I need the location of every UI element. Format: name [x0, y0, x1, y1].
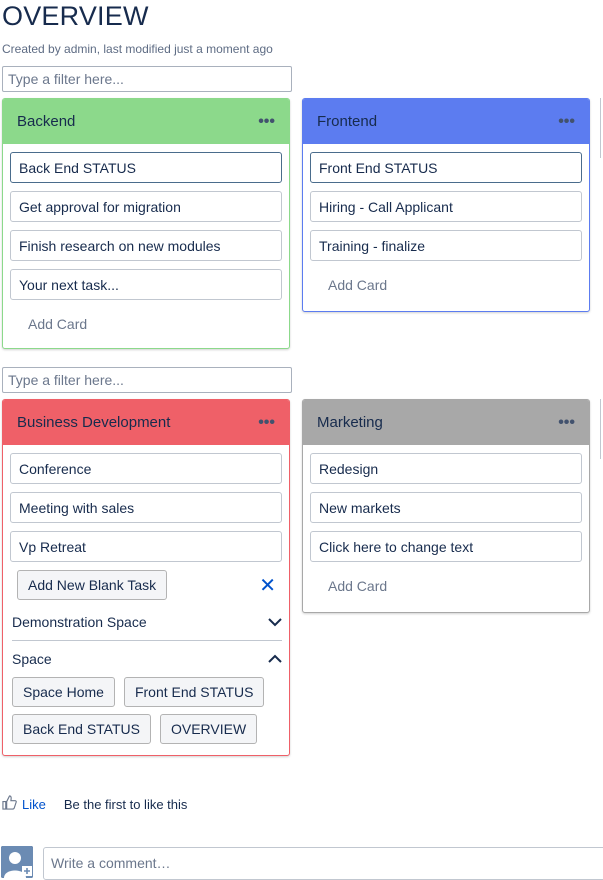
add-task-row: Add New Blank Task ✕ — [17, 570, 282, 600]
section-label: Demonstration Space — [12, 614, 147, 630]
like-status-text: Be the first to like this — [63, 796, 188, 812]
board-column-frontend: Frontend ••• Front End STATUS Hiring - C… — [302, 98, 590, 312]
add-card-button[interactable]: Add Card — [303, 269, 589, 309]
like-link[interactable]: Like — [22, 797, 46, 812]
board-column-backend: Backend ••• Back End STATUS Get approval… — [2, 98, 290, 349]
card[interactable]: Your next task... — [10, 269, 282, 300]
add-card-button[interactable]: Add Card — [3, 308, 289, 348]
thumbs-up-icon[interactable] — [2, 795, 17, 813]
board-column-marketing: Marketing ••• Redesign New markets Click… — [302, 399, 590, 613]
column-title: Frontend — [317, 113, 378, 130]
column-header: Backend ••• — [3, 99, 289, 144]
card[interactable]: Vp Retreat — [10, 531, 282, 562]
space-links: Space Home Front End STATUS Back End STA… — [12, 677, 282, 744]
section-demonstration-space[interactable]: Demonstration Space — [12, 604, 282, 641]
chevron-up-icon[interactable] — [268, 652, 282, 666]
filter-input-bottom[interactable] — [2, 367, 292, 393]
card[interactable]: Meeting with sales — [10, 492, 282, 523]
card[interactable]: Redesign — [310, 453, 582, 484]
card[interactable]: Finish research on new modules — [10, 230, 282, 261]
add-new-blank-task-button[interactable]: Add New Blank Task — [17, 570, 168, 600]
section-label: Space — [12, 651, 52, 667]
page-byline: Created by admin, last modified just a m… — [2, 42, 273, 56]
close-icon[interactable]: ✕ — [259, 573, 276, 598]
card[interactable]: New markets — [310, 492, 582, 523]
card[interactable]: Training - finalize — [310, 230, 582, 261]
comment-input[interactable]: Write a comment… — [43, 847, 603, 880]
more-icon[interactable]: ••• — [258, 113, 275, 130]
like-row: Like Be the first to like this — [2, 795, 187, 813]
column-header: Marketing ••• — [303, 400, 589, 445]
section-space[interactable]: Space — [12, 641, 282, 677]
column-header: Frontend ••• — [303, 99, 589, 144]
card[interactable]: Conference — [10, 453, 282, 484]
chevron-down-icon[interactable] — [268, 615, 282, 629]
column-title: Marketing — [317, 414, 383, 431]
card[interactable]: Get approval for migration — [10, 191, 282, 222]
column-title: Backend — [17, 113, 76, 130]
column-title: Business Development — [17, 414, 171, 431]
page-title: OVERVIEW — [2, 1, 149, 31]
add-card-button[interactable]: Add Card — [303, 570, 589, 610]
card-front-end-status[interactable]: Front End STATUS — [310, 152, 582, 183]
more-icon[interactable]: ••• — [258, 414, 275, 431]
column-header: Business Development ••• — [3, 400, 289, 445]
more-icon[interactable]: ••• — [558, 414, 575, 431]
card[interactable]: Hiring - Call Applicant — [310, 191, 582, 222]
space-link-front-end-status[interactable]: Front End STATUS — [123, 677, 265, 707]
more-icon[interactable]: ••• — [558, 113, 575, 130]
board-column-business-development: Business Development ••• Conference Meet… — [2, 399, 290, 756]
space-link-back-end-status[interactable]: Back End STATUS — [12, 714, 151, 744]
space-link-space-home[interactable]: Space Home — [12, 677, 115, 707]
avatar-icon — [1, 846, 33, 878]
card-back-end-status[interactable]: Back End STATUS — [10, 152, 282, 183]
space-link-overview[interactable]: OVERVIEW — [159, 714, 258, 744]
card[interactable]: Click here to change text — [310, 531, 582, 562]
filter-input-top[interactable] — [2, 66, 292, 92]
